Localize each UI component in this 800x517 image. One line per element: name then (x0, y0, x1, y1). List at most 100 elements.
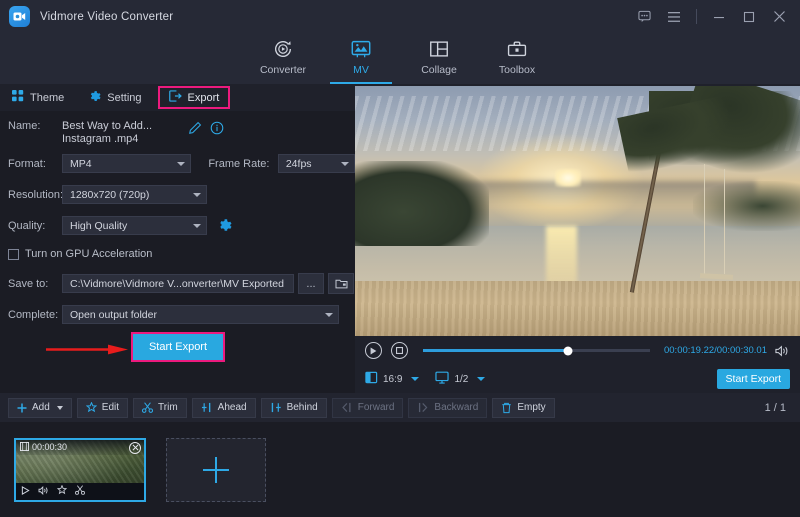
aspect-ratio-control[interactable]: 16:9 (365, 371, 419, 387)
zoom-value: 1/2 (454, 374, 468, 385)
chevron-down-icon (193, 224, 201, 228)
app-title: Vidmore Video Converter (40, 11, 173, 23)
toolbar-label-behind: Behind (287, 402, 318, 413)
player-transport-row: 00:00:19.22/00:00:30.01 (355, 336, 800, 365)
complete-label: Complete: (0, 309, 62, 321)
saveto-input[interactable]: C:\Vidmore\Vidmore V...onverter\MV Expor… (62, 274, 294, 293)
nav-item-mv[interactable]: MV (322, 33, 400, 84)
toolbar-button-empty[interactable]: Empty (492, 398, 554, 418)
play-icon[interactable] (21, 482, 30, 500)
chevron-down-icon (325, 313, 333, 317)
toolbar-button-forward[interactable]: Forward (332, 398, 404, 418)
theme-icon (12, 90, 24, 105)
ahead-icon (201, 402, 213, 413)
chevron-down-icon[interactable] (57, 406, 63, 410)
format-select[interactable]: MP4 (62, 154, 191, 173)
player-options-row: 16:9 1/2 Start Export (355, 365, 800, 393)
rename-pencil-icon[interactable] (188, 121, 202, 135)
tab-setting[interactable]: Setting (76, 84, 153, 111)
progress-slider[interactable] (423, 349, 650, 352)
framerate-select[interactable]: 24fps (278, 154, 355, 173)
toolbar-label-forward: Forward (358, 402, 395, 413)
play-button[interactable] (365, 342, 382, 359)
chevron-down-icon[interactable] (411, 377, 419, 381)
resolution-select[interactable]: 1280x720 (720p) (62, 185, 207, 204)
framerate-value: 24fps (286, 158, 312, 170)
divider (696, 9, 697, 24)
open-folder-button[interactable] (328, 273, 354, 294)
preview-start-export-button[interactable]: Start Export (717, 369, 790, 389)
effect-icon[interactable] (57, 482, 67, 500)
minimize-button[interactable] (704, 0, 734, 33)
clip-duration: 00:00:30 (32, 442, 67, 452)
tab-theme-label: Theme (30, 92, 64, 104)
info-icon[interactable] (210, 121, 224, 135)
quality-settings-gear-icon[interactable] (217, 218, 232, 233)
toolbox-icon (506, 37, 528, 61)
film-icon (20, 438, 29, 456)
toolbar-button-edit[interactable]: Edit (77, 398, 128, 418)
maximize-button[interactable] (734, 0, 764, 33)
behind-icon (270, 402, 282, 413)
preview-frame-image (355, 86, 800, 336)
plus-icon (200, 454, 232, 486)
quality-select[interactable]: High Quality (62, 216, 207, 235)
tab-export[interactable]: Export (158, 86, 231, 109)
progress-handle[interactable] (564, 346, 573, 355)
stop-button[interactable] (391, 342, 408, 359)
nav-label-collage: Collage (421, 64, 457, 76)
gpu-acceleration-row[interactable]: Turn on GPU Acceleration (0, 243, 355, 265)
toolbar-button-add[interactable]: Add (8, 398, 72, 418)
complete-value: Open output folder (70, 309, 157, 321)
toolbar-button-trim[interactable]: Trim (133, 398, 187, 418)
scissors-icon[interactable] (75, 482, 85, 500)
resolution-label: Resolution: (0, 189, 62, 201)
window-controls (629, 0, 800, 33)
name-value: Best Way to Add... Instagram .mp4 (62, 120, 180, 146)
nav-item-toolbox[interactable]: Toolbox (478, 33, 556, 84)
clip-strip: 00:00:30 (0, 422, 800, 517)
clip-header: 00:00:30 (16, 440, 144, 455)
browse-ellipsis-button[interactable]: ... (298, 273, 324, 294)
quality-value: High Quality (70, 220, 127, 232)
nav-item-converter[interactable]: Converter (244, 33, 322, 84)
title-bar: Vidmore Video Converter (0, 0, 800, 33)
converter-icon (272, 37, 294, 61)
page-indicator: 1 / 1 (765, 402, 792, 414)
aspect-ratio-value: 16:9 (383, 374, 402, 385)
toolbar-label-ahead: Ahead (218, 402, 247, 413)
close-button[interactable] (764, 0, 794, 33)
backward-icon (417, 402, 429, 413)
chevron-down-icon[interactable] (477, 377, 485, 381)
volume-icon[interactable] (775, 345, 790, 357)
volume-icon[interactable] (38, 482, 49, 500)
clip-tools (16, 483, 144, 500)
toolbar-label-add: Add (32, 402, 50, 413)
tab-theme[interactable]: Theme (0, 84, 76, 111)
saveto-label: Save to: (0, 278, 62, 290)
add-clip-card[interactable] (166, 438, 266, 502)
app-window: Vidmore Video Converter (0, 0, 800, 517)
toolbar-button-ahead[interactable]: Ahead (192, 398, 256, 418)
toolbar-label-empty: Empty (517, 402, 545, 413)
zoom-control[interactable]: 1/2 (435, 371, 485, 387)
browse-label: ... (306, 278, 315, 290)
gpu-acceleration-checkbox[interactable] (8, 249, 19, 260)
clip-toolbar: Add Edit Trim (0, 393, 800, 422)
clip-thumbnail[interactable]: 00:00:30 (14, 438, 146, 502)
chevron-down-icon (341, 162, 349, 166)
video-preview[interactable] (355, 86, 800, 336)
export-icon (169, 90, 182, 105)
toolbar-button-backward[interactable]: Backward (408, 398, 487, 418)
quality-label: Quality: (0, 220, 62, 232)
scissors-icon (142, 402, 153, 413)
feedback-icon[interactable] (629, 0, 659, 33)
resolution-value: 1280x720 (720p) (70, 189, 149, 201)
nav-item-collage[interactable]: Collage (400, 33, 478, 84)
menu-icon[interactable] (659, 0, 689, 33)
clip-close-icon[interactable] (129, 442, 141, 454)
start-export-button[interactable]: Start Export (131, 332, 225, 362)
toolbar-button-behind[interactable]: Behind (261, 398, 327, 418)
complete-select[interactable]: Open output folder (62, 305, 339, 324)
forward-icon (341, 402, 353, 413)
